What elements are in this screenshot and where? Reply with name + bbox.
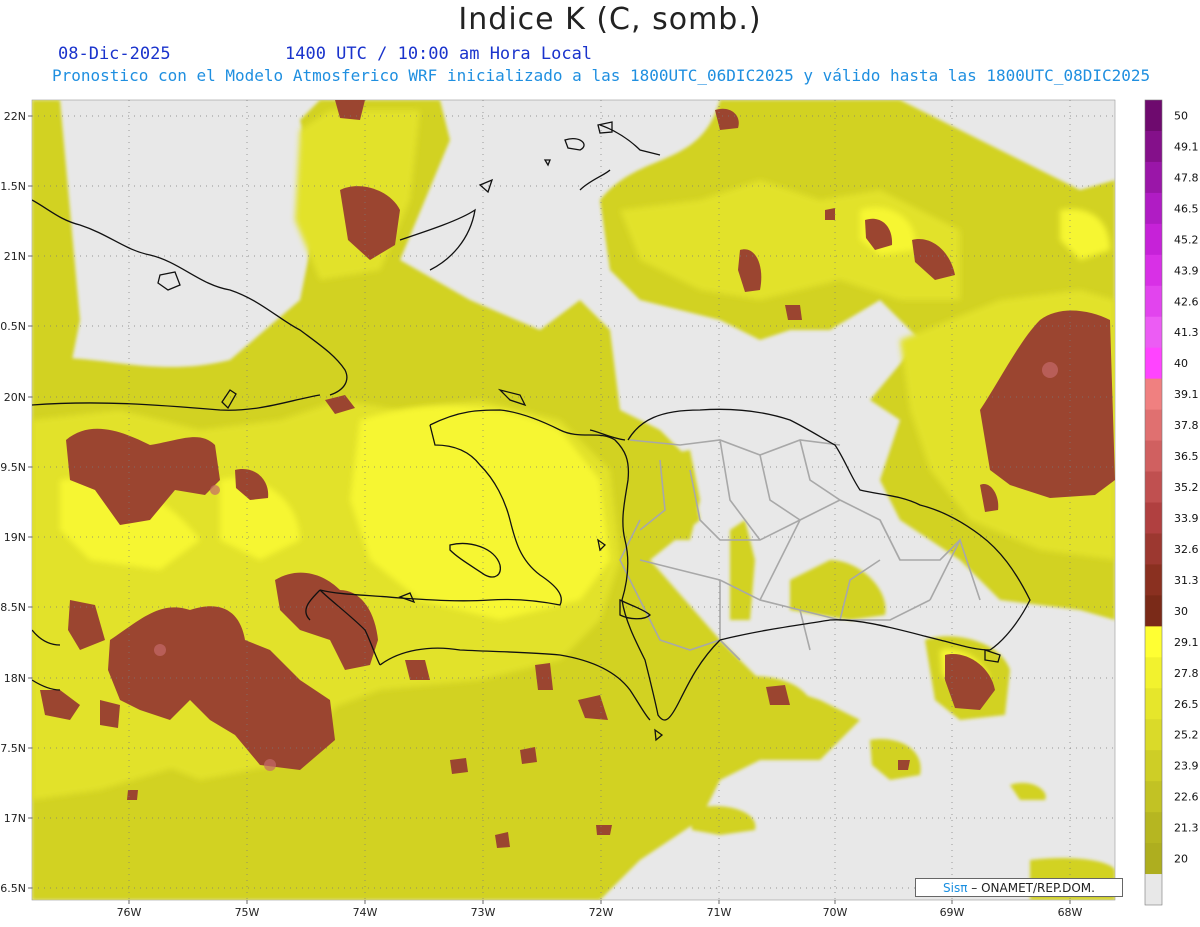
colorbar-label: 37.8 — [1174, 419, 1199, 432]
lat-label-22n: 22N — [4, 110, 26, 123]
colorbar-label: 32.6 — [1174, 543, 1199, 556]
lat-label-19n: 19N — [4, 531, 26, 544]
lat-label-20n: 20N — [4, 391, 26, 404]
lon-label-74w: 74W — [353, 906, 378, 919]
colorbar-swatch — [1145, 223, 1162, 256]
latitude-ticks — [28, 115, 32, 889]
colorbar-swatch — [1145, 161, 1162, 194]
colorbar-swatch — [1145, 130, 1162, 163]
colorbar-swatch — [1145, 502, 1162, 534]
credit-separator: – — [967, 881, 982, 895]
colorbar-label: 20 — [1174, 853, 1188, 866]
lon-label-68w: 68W — [1058, 906, 1083, 919]
colorbar-label: 45.2 — [1174, 233, 1199, 246]
colorbar-label: 22.6 — [1174, 791, 1199, 804]
colorbar-label: 41.3 — [1174, 326, 1199, 339]
colorbar-swatch — [1145, 285, 1162, 318]
colorbar-swatch — [1145, 564, 1162, 596]
colorbar-swatch — [1145, 595, 1162, 627]
colorbar-label: 25.2 — [1174, 729, 1199, 742]
colorbar-label: 26.5 — [1174, 698, 1199, 711]
colorbar-label: 49.1 — [1174, 140, 1199, 153]
lon-label-73w: 73W — [471, 906, 496, 919]
lat-label-19-5n: 9.5N — [0, 461, 26, 474]
colorbar-swatch — [1145, 192, 1162, 225]
lon-label-70w: 70W — [823, 906, 848, 919]
colorbar-swatch — [1145, 316, 1162, 349]
colorbar-label: 21.3 — [1174, 822, 1199, 835]
lat-label-21-5n: 1.5N — [0, 180, 26, 193]
colorbar-swatch — [1145, 409, 1162, 442]
colorbar-swatch — [1145, 254, 1162, 287]
colorbar-swatch — [1145, 347, 1162, 380]
longitude-ticks — [128, 900, 1071, 904]
lat-label-17n: 17N — [4, 812, 26, 825]
colorbar-swatch — [1145, 100, 1162, 132]
colorbar: 50 49.1 47.8 46.5 45.2 43.9 42.6 41.3 40 39.1 37.8… — [1144, 99, 1199, 906]
lat-label-20-5n: 0.5N — [0, 320, 26, 333]
lat-label-18n: 18N — [4, 672, 26, 685]
lon-label-75w: 75W — [235, 906, 260, 919]
lat-label-17-5n: 7.5N — [0, 742, 26, 755]
k-index-map: 22N 1.5N 21N 0.5N 20N 9.5N 19N 8.5N 18N … — [0, 99, 1199, 919]
colorbar-swatch — [1145, 750, 1162, 782]
colorbar-swatch — [1145, 471, 1162, 503]
colorbar-swatch — [1145, 626, 1162, 658]
colorbar-label: 33.9 — [1174, 512, 1199, 525]
colorbar-label: 43.9 — [1174, 264, 1199, 277]
colorbar-swatch — [1145, 843, 1162, 875]
lon-label-76w: 76W — [117, 906, 142, 919]
latitude-labels: 22N 1.5N 21N 0.5N 20N 9.5N 19N 8.5N 18N … — [0, 110, 26, 895]
colorbar-label: 29.1 — [1174, 636, 1199, 649]
lat-label-18-5n: 8.5N — [0, 601, 26, 614]
lon-label-72w: 72W — [589, 906, 614, 919]
colorbar-label: 42.6 — [1174, 295, 1199, 308]
colorbar-swatch — [1145, 657, 1162, 689]
lon-label-69w: 69W — [940, 906, 965, 919]
colorbar-swatch — [1145, 378, 1162, 411]
colorbar-label: 40 — [1174, 357, 1188, 370]
lon-label-71w: 71W — [707, 906, 732, 919]
colorbar-label: 27.8 — [1174, 667, 1199, 680]
colorbar-label: 46.5 — [1174, 202, 1199, 215]
longitude-labels: 76W 75W 74W 73W 72W 71W 70W 69W 68W — [117, 906, 1083, 919]
lat-label-16-5n: 6.5N — [0, 882, 26, 895]
sispi-logo: Sisπ — [943, 881, 968, 895]
colorbar-swatch — [1145, 533, 1162, 565]
colorbar-label: 50 — [1174, 109, 1188, 122]
credit-box: Sisπ – ONAMET/REP.DOM. — [915, 878, 1123, 897]
colorbar-swatch — [1145, 688, 1162, 720]
colorbar-no-data-swatch — [1145, 874, 1162, 905]
credit-org: ONAMET/REP.DOM. — [981, 881, 1095, 895]
colorbar-label: 23.9 — [1174, 760, 1199, 773]
colorbar-swatch — [1145, 719, 1162, 751]
colorbar-swatch — [1145, 781, 1162, 813]
colorbar-label: 47.8 — [1174, 171, 1199, 184]
lat-label-21n: 21N — [4, 250, 26, 263]
colorbar-label: 36.5 — [1174, 450, 1199, 463]
colorbar-label: 30 — [1174, 605, 1188, 618]
colorbar-swatch — [1145, 440, 1162, 473]
colorbar-label: 35.2 — [1174, 481, 1199, 494]
colorbar-swatch — [1145, 812, 1162, 844]
colorbar-label: 31.3 — [1174, 574, 1199, 587]
colorbar-label: 39.1 — [1174, 388, 1199, 401]
